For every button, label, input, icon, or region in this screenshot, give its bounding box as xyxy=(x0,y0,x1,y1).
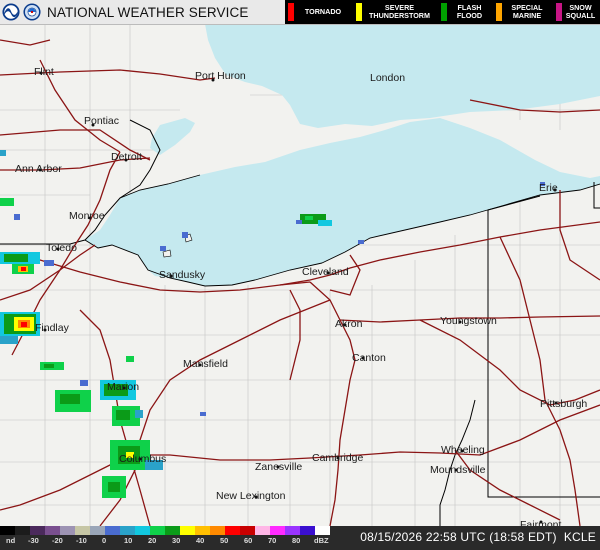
city-label-columbus: Columbus xyxy=(119,453,167,465)
city-label-monroe: Monroe xyxy=(69,210,105,222)
city-label-canton: Canton xyxy=(352,352,386,364)
timestamp: 08/15/2026 22:58 UTC (18:58 EDT) xyxy=(360,530,557,544)
reflectivity-color-scale xyxy=(0,526,330,535)
legend-label: SEVERE THUNDERSTORM xyxy=(359,4,432,20)
scale-label: 10 xyxy=(124,536,133,545)
scale-label: 60 xyxy=(244,536,253,545)
scale-label: 20 xyxy=(148,536,157,545)
scale-swatch xyxy=(210,526,225,535)
city-label-zanesville: Zanesville xyxy=(255,461,303,473)
scale-swatch xyxy=(15,526,30,535)
scale-swatch xyxy=(165,526,180,535)
city-label-youngstown: Youngstown xyxy=(440,315,497,327)
city-label-moundsville: Moundsville xyxy=(430,464,486,476)
scale-label: dBZ xyxy=(314,536,329,545)
nws-logo-icon xyxy=(23,3,41,21)
scale-swatch xyxy=(315,526,330,535)
city-label-erie: Erie xyxy=(539,182,558,194)
radar-map-view: Flint Port Huron London Pontiac Detroit Ann A… xyxy=(0,0,600,550)
scale-swatch xyxy=(195,526,210,535)
scale-swatch xyxy=(90,526,105,535)
scale-swatch xyxy=(240,526,255,535)
scale-swatch xyxy=(45,526,60,535)
scale-swatch xyxy=(60,526,75,535)
legend-swatch xyxy=(288,3,294,21)
city-label-flint: Flint xyxy=(34,66,54,78)
scale-label: nd xyxy=(6,536,16,545)
noaa-logo-icon xyxy=(2,3,20,21)
city-label-pontiac: Pontiac xyxy=(84,115,120,127)
legend-label-line2: THUNDERSTORM xyxy=(369,11,430,20)
city-label-akron: Akron xyxy=(335,318,363,330)
scale-swatch xyxy=(120,526,135,535)
city-label-findlay: Findlay xyxy=(35,322,69,334)
scale-swatch xyxy=(300,526,315,535)
city-label-wheeling: Wheeling xyxy=(441,444,485,456)
legend-item-severe-thunderstorm: SEVERE THUNDERSTORM xyxy=(353,0,438,24)
legend-label-line2: FLOOD xyxy=(456,11,483,20)
scale-swatch xyxy=(30,526,45,535)
scale-swatch xyxy=(75,526,90,535)
scale-label: 50 xyxy=(220,536,229,545)
legend-label-line2: MARINE xyxy=(512,11,542,20)
legend-swatch xyxy=(496,3,502,21)
reflectivity-scale-labels: nd -30 -20 -10 0 10 20 30 40 50 60 70 80 dBZ xyxy=(0,536,340,548)
brand: NATIONAL WEATHER SERVICE xyxy=(2,2,248,22)
timestamp-readout: 08/15/2026 22:58 UTC (18:58 EDT) KCLE xyxy=(360,530,596,544)
legend-label: FLASH FLOOD xyxy=(447,4,484,20)
scale-swatch xyxy=(135,526,150,535)
scale-label: -20 xyxy=(52,536,63,545)
city-label-cleveland: Cleveland xyxy=(302,266,349,278)
city-label-london: London xyxy=(370,72,406,84)
legend-swatch xyxy=(356,3,362,21)
scale-label: -10 xyxy=(76,536,87,545)
legend-label: TORNADO xyxy=(295,8,343,16)
warnings-legend: TORNADO SEVERE THUNDERSTORM FLASH FLOOD SPECI… xyxy=(285,0,600,24)
scale-swatch xyxy=(150,526,165,535)
footer-bar: nd -30 -20 -10 0 10 20 30 40 50 60 70 80 dBZ 08/15/20… xyxy=(0,526,600,550)
scale-swatch xyxy=(285,526,300,535)
city-label-pittsburgh: Pittsburgh xyxy=(540,398,588,410)
scale-swatch xyxy=(255,526,270,535)
scale-label: -30 xyxy=(28,536,39,545)
page-title: NATIONAL WEATHER SERVICE xyxy=(47,4,249,20)
scale-swatch xyxy=(270,526,285,535)
legend-label-line2: SQUALL xyxy=(565,11,596,20)
legend-swatch xyxy=(556,3,562,21)
city-label-ann-arbor: Ann Arbor xyxy=(15,163,62,175)
city-label-cambridge: Cambridge xyxy=(312,452,364,464)
legend-item-tornado: TORNADO xyxy=(285,0,353,24)
scale-swatch xyxy=(225,526,240,535)
legend-item-flash-flood: FLASH FLOOD xyxy=(438,0,493,24)
scale-swatch xyxy=(0,526,15,535)
scale-label: 0 xyxy=(102,536,107,545)
city-label-sandusky: Sandusky xyxy=(159,269,206,281)
legend-swatch xyxy=(441,3,447,21)
scale-label: 70 xyxy=(268,536,277,545)
city-label-new-lexington: New Lexington xyxy=(216,490,286,502)
city-label-mansfield: Mansfield xyxy=(183,358,228,370)
legend-label: SPECIAL MARINE xyxy=(501,4,544,20)
header-bar: NATIONAL WEATHER SERVICE TORNADO SEVERE TH… xyxy=(0,0,600,25)
legend-item-special-marine: SPECIAL MARINE xyxy=(493,0,553,24)
legend-item-snow-squall: SNOW SQUALL xyxy=(553,0,600,24)
scale-swatch xyxy=(105,526,120,535)
radar-station-id: KCLE xyxy=(563,530,596,544)
legend-label-line1: TORNADO xyxy=(304,7,342,16)
city-label-marion: Marion xyxy=(107,381,140,393)
city-label-toledo: Toledo xyxy=(46,242,77,254)
city-label-detroit: Detroit xyxy=(111,151,142,163)
scale-swatch xyxy=(180,526,195,535)
scale-label: 40 xyxy=(196,536,205,545)
scale-label: 30 xyxy=(172,536,181,545)
scale-label: 80 xyxy=(292,536,301,545)
city-label-port-huron: Port Huron xyxy=(195,70,246,82)
